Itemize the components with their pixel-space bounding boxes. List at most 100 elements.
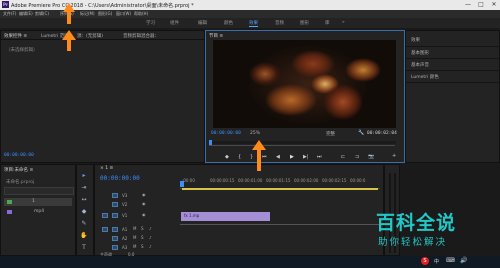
tab-effects[interactable]: 效果 [411,37,420,43]
track-header-v1: V1 ◉ [100,212,178,219]
hand-tool-icon[interactable]: ✋ [80,232,88,240]
lift-button[interactable]: ⊏ [341,154,345,160]
sogou-ime-icon[interactable]: S [421,257,429,265]
track-label: A2 [122,236,128,241]
menu-help[interactable]: 帮助(H) [134,11,148,17]
eye-icon[interactable]: ◉ [142,212,146,217]
solo-button[interactable]: S [141,235,144,240]
watermark-title: 百科全说 [376,212,457,234]
menu-clip[interactable]: 剪辑(C) [35,11,49,17]
step-back-button[interactable]: ◀ [276,154,280,160]
no-clip-selected-text: （未选择剪辑） [6,48,38,53]
source-patch-button[interactable] [102,213,108,218]
menu-marker[interactable]: 标记(M) [80,11,95,17]
solo-button[interactable]: S [141,226,144,231]
razor-tool-icon[interactable]: ◆ [80,208,88,216]
tab-essential-sound[interactable]: 基本声音 [411,62,429,68]
menu-file[interactable]: 文件(F) [3,11,16,17]
eye-icon[interactable]: ◉ [142,201,146,206]
ripple-edit-tool-icon[interactable]: ↔ [80,196,88,204]
workspace-tab-audio[interactable]: 音频 [275,20,284,26]
menu-bar: 文件(F) 编辑(E) 剪辑(C) 序列(S) 标记(M) 图形(G) 窗口(W… [0,10,500,18]
timeline-timecode[interactable]: 00:00:00:00 [100,175,140,182]
go-to-out-button[interactable]: ⏭ [317,154,322,160]
window-title: Adobe Premiere Pro CC 2018 - C:\Users\Ad… [11,3,194,9]
workspace-overflow[interactable]: » [342,20,345,25]
play-button[interactable]: ▶ [290,154,294,160]
microphone-icon[interactable]: ♪ [149,244,152,249]
zoom-level-select[interactable]: 25% [250,131,260,136]
ruler-tick-label: 00:00:0 [350,178,366,183]
workspace-tab-graphics[interactable]: 图形 [300,20,309,26]
go-to-in-button[interactable]: ⏮ [262,154,267,160]
source-patch-button[interactable] [102,227,108,232]
mute-button[interactable]: M [133,235,136,240]
mute-button[interactable]: M [133,226,136,231]
project-filename: 未命名.prproj [6,180,35,185]
program-video-frame [213,40,396,128]
project-search-input[interactable] [4,187,74,195]
mute-button[interactable]: M [133,244,136,249]
source-timecode[interactable]: 00:00:00:00 [4,153,34,158]
playback-quality-select[interactable]: 完整 [326,131,335,137]
track-target-button[interactable] [112,202,118,207]
tab-essential-graphics[interactable]: 基本图形 [411,50,429,56]
program-timeline-line [209,145,395,146]
export-frame-icon[interactable]: 📷 [368,154,374,160]
divider [406,70,499,71]
workspace-tab-assembly[interactable]: 组件 [170,20,179,26]
track-label: V1 [122,213,128,218]
mark-in-button[interactable]: { [238,154,241,160]
tab-lumetri-color[interactable]: Lumetri 颜色 [411,74,439,80]
step-forward-button[interactable]: ▶| [303,154,309,160]
video-clip[interactable]: fx 1.mp [181,212,270,221]
tab-project[interactable]: 项目:未命名 ≡ [4,167,33,173]
speaker-icon[interactable]: 🔊 [460,257,467,264]
add-marker-button[interactable]: ◆ [225,154,229,160]
track-select-tool-icon[interactable]: ⇥ [80,184,88,192]
workspace-tab-color[interactable]: 颜色 [224,20,233,26]
project-item[interactable]: 1 [4,198,72,206]
menu-graphics[interactable]: 图形(G) [98,11,112,17]
menu-edit[interactable]: 编辑(E) [19,11,33,17]
keyboard-icon[interactable]: ⌨ [446,257,455,264]
microphone-icon[interactable]: ♪ [149,226,152,231]
tab-program[interactable]: 节目 ≡ [209,33,223,39]
track-target-button[interactable] [112,236,118,241]
item-color-label [7,200,12,204]
program-time-ruler[interactable] [210,141,396,144]
pen-tool-icon[interactable]: ✎ [80,220,88,228]
workspace-tab-learn[interactable]: 学习 [146,20,155,26]
input-method-indicator[interactable]: 中 [434,258,439,265]
extract-button[interactable]: ⊐ [355,154,359,160]
project-item[interactable]: mp4 [4,208,72,216]
track-target-button[interactable] [112,213,118,218]
workspace-tab-effects[interactable]: 效果 [249,20,258,27]
selection-tool-icon[interactable]: ▸ [80,172,88,180]
workspace-tab-libraries[interactable]: 库 [325,20,330,26]
mark-out-button[interactable]: } [250,154,253,160]
ruler-tick-label: 00:00:02:00 [294,178,319,183]
maximize-button[interactable]: □ [475,1,487,9]
minimize-button[interactable]: — [462,1,474,9]
taskbar: S 中 ⌨ 🔊 [0,256,500,268]
track-target-button[interactable] [112,227,118,232]
work-area-bar[interactable] [182,188,378,190]
close-button[interactable]: ✕ [488,1,500,9]
program-timecode[interactable]: 00:00:00:00 [211,131,241,136]
microphone-icon[interactable]: ♪ [149,235,152,240]
watermark-subtitle: 助你轻松解决 [378,237,448,248]
av-divider [180,224,380,225]
wrench-icon[interactable]: 🔧 [358,130,364,136]
track-target-button[interactable] [112,245,118,250]
track-target-button[interactable] [112,193,118,198]
button-editor-plus-icon[interactable]: + [392,153,396,159]
menu-window[interactable]: 窗口(W) [116,11,131,17]
eye-icon[interactable]: ◉ [142,192,146,197]
tab-sequence[interactable]: × 1 ≡ [100,166,113,171]
solo-button[interactable]: S [141,244,144,249]
timeline-playhead[interactable] [180,181,184,187]
program-duration: 00:00:02:04 [367,131,397,136]
type-tool-icon[interactable]: T [80,244,88,252]
workspace-tab-editing[interactable]: 编辑 [198,20,207,26]
